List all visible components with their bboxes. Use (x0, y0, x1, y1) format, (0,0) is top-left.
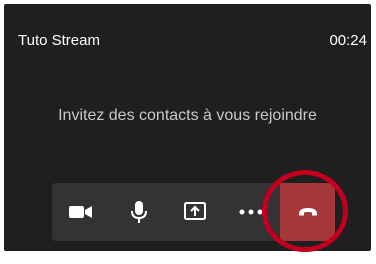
more-options-button[interactable] (224, 183, 278, 241)
microphone-icon (131, 201, 147, 223)
hang-up-icon (298, 208, 317, 216)
call-toolbar (52, 183, 280, 241)
more-options-icon (239, 209, 263, 215)
call-timer: 00:24 (329, 32, 367, 49)
share-screen-button[interactable] (168, 183, 222, 241)
camera-icon (69, 206, 92, 218)
share-screen-icon (184, 202, 206, 220)
call-window: Tuto Stream 00:24 Invitez des contacts à… (4, 4, 371, 251)
hang-up-button[interactable] (280, 183, 335, 241)
meeting-title: Tuto Stream (18, 32, 100, 49)
invite-message: Invitez des contacts à vous rejoindre (58, 107, 317, 124)
camera-button[interactable] (54, 183, 108, 241)
microphone-button[interactable] (112, 183, 166, 241)
